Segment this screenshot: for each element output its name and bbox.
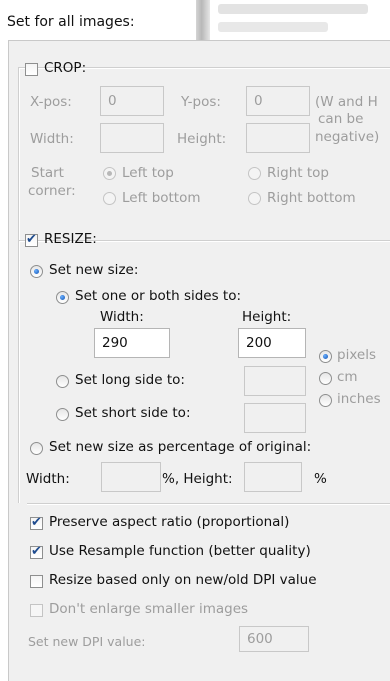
crop-height-label: Height: bbox=[177, 131, 227, 147]
crop-checkbox[interactable] bbox=[25, 63, 38, 76]
ypos-label: Y-pos: bbox=[181, 94, 221, 110]
unit-inches-label: inches bbox=[337, 391, 381, 407]
long-side-input[interactable] bbox=[244, 366, 306, 396]
crop-width-label: Width: bbox=[30, 131, 74, 147]
xpos-label: X-pos: bbox=[30, 94, 72, 110]
unit-cm-radio[interactable] bbox=[319, 372, 332, 385]
start-corner-label-1: Start bbox=[31, 165, 64, 181]
xpos-input[interactable]: 0 bbox=[100, 86, 164, 116]
set-one-or-both-label: Set one or both sides to: bbox=[75, 288, 242, 304]
pct-height-input[interactable] bbox=[244, 462, 302, 492]
set-new-size-label: Set new size: bbox=[49, 262, 139, 278]
splitter-handle[interactable] bbox=[196, 0, 210, 40]
percentage-radio[interactable] bbox=[30, 442, 43, 455]
ypos-input[interactable]: 0 bbox=[246, 86, 310, 116]
use-resample-checkbox[interactable] bbox=[30, 544, 43, 559]
start-corner-label-2: corner: bbox=[28, 183, 76, 199]
set-short-side-radio[interactable] bbox=[56, 408, 69, 421]
crop-height-input[interactable] bbox=[246, 123, 310, 153]
options-divider bbox=[27, 503, 390, 505]
corner-right-bottom-radio[interactable] bbox=[248, 192, 261, 205]
preserve-aspect-label: Preserve aspect ratio (proportional) bbox=[49, 514, 290, 530]
short-side-input[interactable] bbox=[244, 403, 306, 433]
crop-width-input[interactable] bbox=[100, 123, 164, 153]
set-long-side-label: Set long side to: bbox=[75, 372, 185, 388]
dpi-label: Set new DPI value: bbox=[28, 634, 146, 649]
page-title: Set for all images: bbox=[7, 14, 135, 30]
crop-label: CROP: bbox=[44, 60, 87, 76]
set-one-or-both-radio[interactable] bbox=[56, 291, 69, 304]
corner-left-bottom-label: Left bottom bbox=[122, 190, 201, 206]
pct-suffix-label: % bbox=[314, 471, 327, 487]
pct-separator-label: %, Height: bbox=[162, 471, 233, 487]
resize-width-label: Width: bbox=[100, 309, 144, 325]
resize-width-input[interactable]: 290 bbox=[94, 328, 170, 358]
corner-right-bottom-label: Right bottom bbox=[267, 190, 356, 206]
use-resample-label: Use Resample function (better quality) bbox=[49, 543, 311, 559]
unit-pixels-radio[interactable] bbox=[319, 350, 332, 363]
resize-dpi-label: Resize based only on new/old DPI value bbox=[49, 572, 317, 588]
percentage-label: Set new size as percentage of original: bbox=[49, 439, 312, 455]
resize-label: RESIZE: bbox=[44, 231, 97, 247]
unit-cm-label: cm bbox=[337, 369, 358, 385]
unit-inches-radio[interactable] bbox=[319, 394, 332, 407]
corner-right-top-radio[interactable] bbox=[248, 167, 261, 180]
resize-checkbox[interactable] bbox=[25, 232, 38, 247]
corner-left-top-radio[interactable] bbox=[103, 167, 116, 180]
resize-height-label: Height: bbox=[242, 309, 292, 325]
set-long-side-radio[interactable] bbox=[56, 375, 69, 388]
preserve-aspect-checkbox[interactable] bbox=[30, 515, 43, 530]
set-new-size-radio[interactable] bbox=[30, 265, 43, 278]
set-short-side-label: Set short side to: bbox=[75, 405, 191, 421]
settings-panel: CROP: X-pos: 0 Y-pos: 0 (W and H can be … bbox=[8, 40, 390, 681]
dpi-input[interactable]: 600 bbox=[239, 626, 309, 652]
blurred-toolbar-item bbox=[218, 22, 328, 32]
pct-width-label: Width: bbox=[26, 471, 70, 487]
corner-left-top-label: Left top bbox=[122, 165, 174, 181]
pct-width-input[interactable] bbox=[101, 462, 161, 492]
crop-note-line3: negative) bbox=[315, 129, 380, 145]
corner-left-bottom-radio[interactable] bbox=[103, 192, 116, 205]
resize-dpi-checkbox[interactable] bbox=[30, 575, 43, 588]
crop-note-line2: can be bbox=[318, 111, 364, 127]
unit-pixels-label: pixels bbox=[337, 347, 376, 363]
resize-group bbox=[18, 240, 390, 503]
crop-note-line1: (W and H bbox=[315, 94, 378, 110]
dont-enlarge-checkbox[interactable] bbox=[30, 604, 43, 617]
blurred-toolbar-item bbox=[218, 4, 368, 14]
resize-height-input[interactable]: 200 bbox=[238, 328, 306, 358]
dont-enlarge-label: Don't enlarge smaller images bbox=[49, 601, 249, 617]
corner-right-top-label: Right top bbox=[267, 165, 329, 181]
